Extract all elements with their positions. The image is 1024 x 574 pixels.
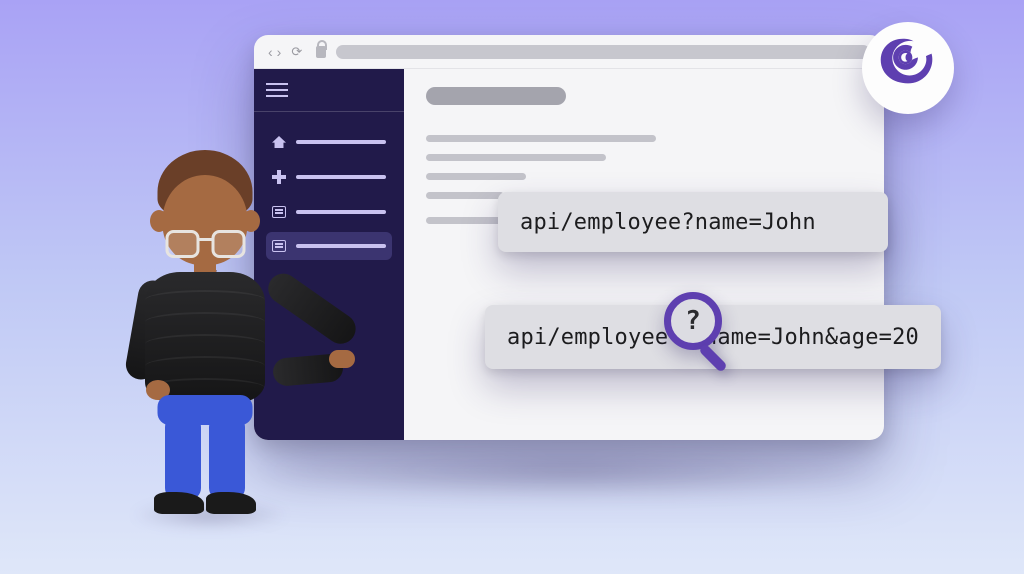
sidebar-item-label — [296, 210, 386, 214]
text-placeholder — [426, 173, 526, 180]
character-hand — [329, 350, 355, 368]
reload-button[interactable]: ⟳ — [291, 44, 302, 60]
presenter-character — [110, 150, 300, 520]
browser-titlebar: ‹ › ⟳ — [254, 35, 884, 69]
magnifier-ring: ? — [664, 292, 722, 350]
address-bar[interactable] — [336, 45, 870, 59]
character-head — [163, 175, 248, 265]
api-url-bubble-1: api/employee?name=John — [498, 192, 888, 252]
character-leg — [209, 415, 245, 500]
blazor-icon — [877, 35, 939, 102]
api-url-text-right: name=John&age=20 — [704, 325, 919, 350]
character-shoe — [206, 492, 256, 514]
back-button[interactable]: ‹ — [268, 44, 273, 60]
magnifier-question-mark: ? — [685, 306, 701, 336]
browser-content — [254, 69, 884, 440]
text-placeholder — [426, 154, 606, 161]
character-shoe — [154, 492, 204, 514]
sidebar-separator — [254, 111, 404, 112]
text-placeholder — [426, 192, 504, 199]
sidebar-item-label — [296, 140, 386, 144]
sidebar-item-label — [296, 175, 386, 179]
main-panel — [404, 69, 884, 440]
magnifier-icon: ? — [664, 292, 722, 350]
home-icon — [272, 136, 286, 148]
api-url-text: api/employee?name=John — [520, 210, 816, 235]
text-placeholder — [426, 135, 656, 142]
forward-button[interactable]: › — [277, 44, 282, 60]
nav-arrows: ‹ › — [268, 44, 281, 60]
character-leg — [165, 415, 201, 500]
browser-shadow — [250, 440, 890, 500]
logo-badge — [862, 22, 954, 114]
sidebar-item-label — [296, 244, 386, 248]
heading-placeholder — [426, 87, 566, 105]
glasses-icon — [165, 230, 245, 258]
lock-icon — [316, 46, 326, 58]
hamburger-icon[interactable] — [266, 83, 288, 85]
api-url-text-left: api/employee — [507, 325, 668, 350]
